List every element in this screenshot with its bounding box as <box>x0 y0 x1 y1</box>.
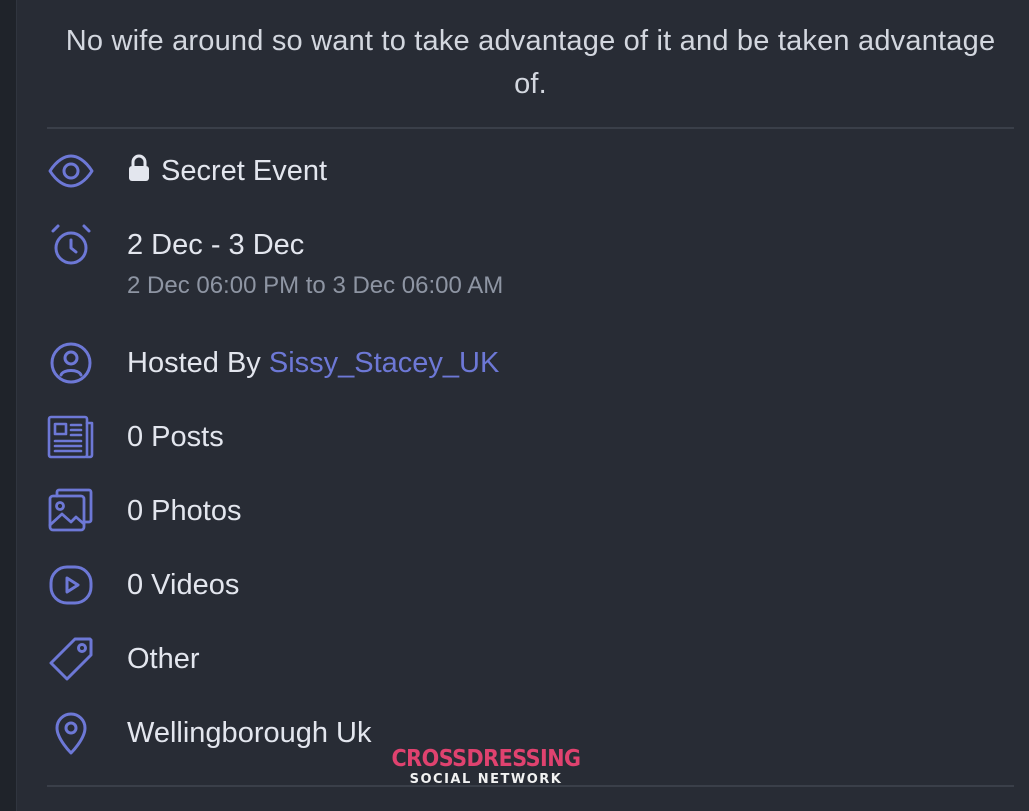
tag-icon <box>47 635 95 683</box>
host-row: Hosted By Sissy_Stacey_UK <box>47 342 1007 405</box>
posts-count: 0 Posts <box>127 421 224 453</box>
privacy-label: Secret Event <box>127 153 327 189</box>
videos-count: 0 Videos <box>127 569 240 601</box>
user-circle-icon <box>47 339 95 387</box>
host-name-link[interactable]: Sissy_Stacey_UK <box>269 347 500 379</box>
site-watermark: CROSSDRESSING SOCIAL NETWORK <box>366 746 606 787</box>
newspaper-icon <box>47 413 95 461</box>
watermark-title: CROSSDRESSING <box>391 746 582 772</box>
watermark-subtitle: SOCIAL NETWORK <box>409 772 563 787</box>
posts-row[interactable]: 0 Posts <box>47 415 1007 479</box>
eye-icon <box>47 147 95 195</box>
date-range: 2 Dec - 3 Dec <box>127 229 305 261</box>
category-row: Other <box>47 637 1007 701</box>
date-row: 2 Dec - 3 Dec 2 Dec 06:00 PM to 3 Dec 06… <box>47 224 1007 317</box>
hosted-by-text: Hosted By <box>127 347 261 379</box>
lock-icon <box>129 154 149 181</box>
video-play-icon <box>47 561 95 609</box>
divider-top <box>47 127 1014 129</box>
date-detail: 2 Dec 06:00 PM to 3 Dec 06:00 AM <box>127 272 504 299</box>
photos-icon <box>47 487 95 535</box>
photos-row[interactable]: 0 Photos <box>47 488 1007 553</box>
map-pin-icon <box>47 709 95 757</box>
photos-count: 0 Photos <box>127 495 242 527</box>
privacy-row: Secret Event <box>47 153 1007 213</box>
location-label: Wellingborough Uk <box>127 717 372 749</box>
host-label: Hosted By Sissy_Stacey_UK <box>127 345 499 381</box>
category-label: Other <box>127 643 200 675</box>
event-description: No wife around so want to take advantage… <box>65 25 996 100</box>
event-details-card: No wife around so want to take advantage… <box>16 0 1029 811</box>
videos-row[interactable]: 0 Videos <box>47 565 1007 627</box>
alarm-clock-icon <box>47 221 95 269</box>
privacy-text: Secret Event <box>161 155 328 187</box>
